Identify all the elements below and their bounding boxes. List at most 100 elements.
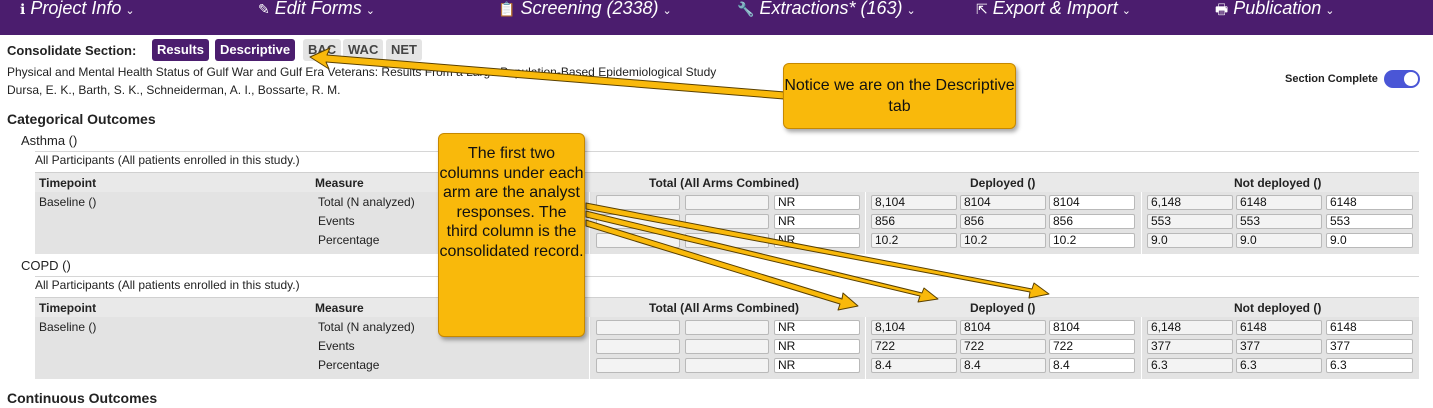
tab-results[interactable]: Results (152, 39, 209, 61)
nav-export-import[interactable]: ⇱ Export & Import ⌄ (976, 0, 1131, 20)
study-title: Physical and Mental Health Status of Gul… (7, 65, 717, 79)
tab-bac[interactable]: BAC (303, 39, 342, 61)
not-deployed-analyst1-input[interactable]: 6.3 (1147, 358, 1233, 373)
deployed-analyst1-input[interactable]: 8,104 (871, 195, 957, 210)
total-analyst2-input[interactable] (685, 214, 769, 229)
deployed-analyst2-input[interactable]: 8104 (960, 320, 1046, 335)
population-label: All Participants (All patients enrolled … (35, 151, 1419, 167)
total-analyst1-input[interactable] (596, 214, 680, 229)
total-consolidated-input[interactable]: NR (774, 195, 860, 210)
not-deployed-analyst1-input[interactable]: 6,148 (1147, 195, 1233, 210)
deployed-analyst2-input[interactable]: 10.2 (960, 233, 1046, 248)
clipboard-icon: 📋 (498, 1, 516, 17)
total-analyst2-input[interactable] (685, 233, 769, 248)
nav-edit-forms[interactable]: ✎ Edit Forms ⌄ (258, 0, 375, 20)
not-deployed-analyst2-input[interactable]: 9.0 (1236, 233, 1322, 248)
nav-project-info[interactable]: ℹ Project Info ⌄ (20, 0, 135, 20)
deployed-analyst2-input[interactable]: 722 (960, 339, 1046, 354)
header-deployed: Deployed () (970, 301, 1036, 315)
timepoint-cell: Baseline () (39, 320, 97, 334)
deployed-analyst1-input[interactable]: 856 (871, 214, 957, 229)
header-measure: Measure (315, 301, 364, 315)
deployed-consolidated-input[interactable]: 8.4 (1049, 358, 1135, 373)
nav-label: Publication (1233, 0, 1322, 18)
column-separator (1141, 317, 1142, 379)
nav-label: Extractions* (163) (759, 0, 903, 18)
header-deployed: Deployed () (970, 176, 1036, 190)
deployed-analyst1-input[interactable]: 722 (871, 339, 957, 354)
total-consolidated-input[interactable]: NR (774, 320, 860, 335)
total-analyst2-input[interactable] (685, 320, 769, 335)
not-deployed-analyst1-input[interactable]: 377 (1147, 339, 1233, 354)
not-deployed-analyst2-input[interactable]: 6.3 (1236, 358, 1322, 373)
continuous-outcomes-title: Continuous Outcomes (7, 390, 158, 406)
deployed-analyst1-input[interactable]: 10.2 (871, 233, 957, 248)
measure-cell: Events (318, 214, 355, 228)
not-deployed-analyst1-input[interactable]: 553 (1147, 214, 1233, 229)
section-complete-toggle[interactable] (1384, 70, 1420, 88)
total-analyst1-input[interactable] (596, 320, 680, 335)
not-deployed-analyst2-input[interactable]: 6148 (1236, 320, 1322, 335)
callout-descriptive-tab-note: Notice we are on the Descriptive tab (783, 63, 1016, 129)
total-consolidated-input[interactable]: NR (774, 214, 860, 229)
total-consolidated-input[interactable]: NR (774, 339, 860, 354)
column-separator (865, 192, 866, 254)
export-icon: ⇱ (976, 1, 988, 17)
chevron-down-icon: ⌄ (125, 5, 135, 17)
top-navigation: ℹ Project Info ⌄ ✎ Edit Forms ⌄ 📋 Screening (… (0, 0, 1433, 35)
total-consolidated-input[interactable]: NR (774, 233, 860, 248)
not-deployed-consolidated-input[interactable]: 9.0 (1326, 233, 1413, 248)
total-analyst2-input[interactable] (685, 195, 769, 210)
deployed-consolidated-input[interactable]: 8104 (1049, 195, 1135, 210)
deployed-analyst2-input[interactable]: 8104 (960, 195, 1046, 210)
not-deployed-analyst1-input[interactable]: 6,148 (1147, 320, 1233, 335)
measure-cell: Percentage (318, 358, 380, 372)
not-deployed-consolidated-input[interactable]: 6148 (1326, 195, 1413, 210)
not-deployed-analyst2-input[interactable]: 6148 (1236, 195, 1322, 210)
deployed-consolidated-input[interactable]: 722 (1049, 339, 1135, 354)
not-deployed-analyst2-input[interactable]: 377 (1236, 339, 1322, 354)
nav-publication[interactable]: 🖶 Publication ⌄ (1215, 0, 1335, 20)
total-analyst1-input[interactable] (596, 195, 680, 210)
chevron-down-icon: ⌄ (1325, 5, 1335, 17)
measure-cell: Events (318, 339, 355, 353)
not-deployed-consolidated-input[interactable]: 553 (1326, 214, 1413, 229)
total-analyst1-input[interactable] (596, 339, 680, 354)
nav-extractions[interactable]: 🔧 Extractions* (163) ⌄ (737, 0, 916, 20)
total-analyst2-input[interactable] (685, 358, 769, 373)
measure-cell: Percentage (318, 233, 380, 247)
not-deployed-consolidated-input[interactable]: 6.3 (1326, 358, 1413, 373)
outcome-table-header: Timepoint Measure Total (All Arms Combin… (35, 172, 1419, 192)
total-consolidated-input[interactable]: NR (774, 358, 860, 373)
chevron-down-icon: ⌄ (365, 5, 375, 17)
header-timepoint: Timepoint (39, 301, 97, 315)
measure-cell: Total (N analyzed) (318, 320, 415, 334)
not-deployed-analyst1-input[interactable]: 9.0 (1147, 233, 1233, 248)
population-label: All Participants (All patients enrolled … (35, 276, 1419, 292)
tab-net[interactable]: NET (386, 39, 422, 61)
not-deployed-consolidated-input[interactable]: 377 (1326, 339, 1413, 354)
deployed-analyst2-input[interactable]: 8.4 (960, 358, 1046, 373)
study-authors: Dursa, E. K., Barth, S. K., Schneiderman… (7, 83, 341, 97)
deployed-analyst1-input[interactable]: 8.4 (871, 358, 957, 373)
deployed-consolidated-input[interactable]: 10.2 (1049, 233, 1135, 248)
deployed-analyst1-input[interactable]: 8,104 (871, 320, 957, 335)
total-analyst2-input[interactable] (685, 339, 769, 354)
tab-descriptive[interactable]: Descriptive (215, 39, 296, 61)
total-analyst1-input[interactable] (596, 233, 680, 248)
deployed-consolidated-input[interactable]: 8104 (1049, 320, 1135, 335)
callout-columns-note: The first two columns under each arm are… (438, 133, 585, 337)
column-separator (1141, 192, 1142, 254)
outcome-title: Asthma () (21, 133, 78, 148)
section-complete-label: Section Complete (1285, 73, 1378, 85)
total-analyst1-input[interactable] (596, 358, 680, 373)
tab-wac[interactable]: WAC (343, 39, 384, 61)
not-deployed-analyst2-input[interactable]: 553 (1236, 214, 1322, 229)
toggle-knob (1404, 72, 1418, 86)
nav-screening[interactable]: 📋 Screening (2338) ⌄ (498, 0, 672, 20)
deployed-analyst2-input[interactable]: 856 (960, 214, 1046, 229)
timepoint-cell: Baseline () (39, 195, 97, 209)
chevron-down-icon: ⌄ (662, 5, 672, 17)
deployed-consolidated-input[interactable]: 856 (1049, 214, 1135, 229)
not-deployed-consolidated-input[interactable]: 6148 (1326, 320, 1413, 335)
